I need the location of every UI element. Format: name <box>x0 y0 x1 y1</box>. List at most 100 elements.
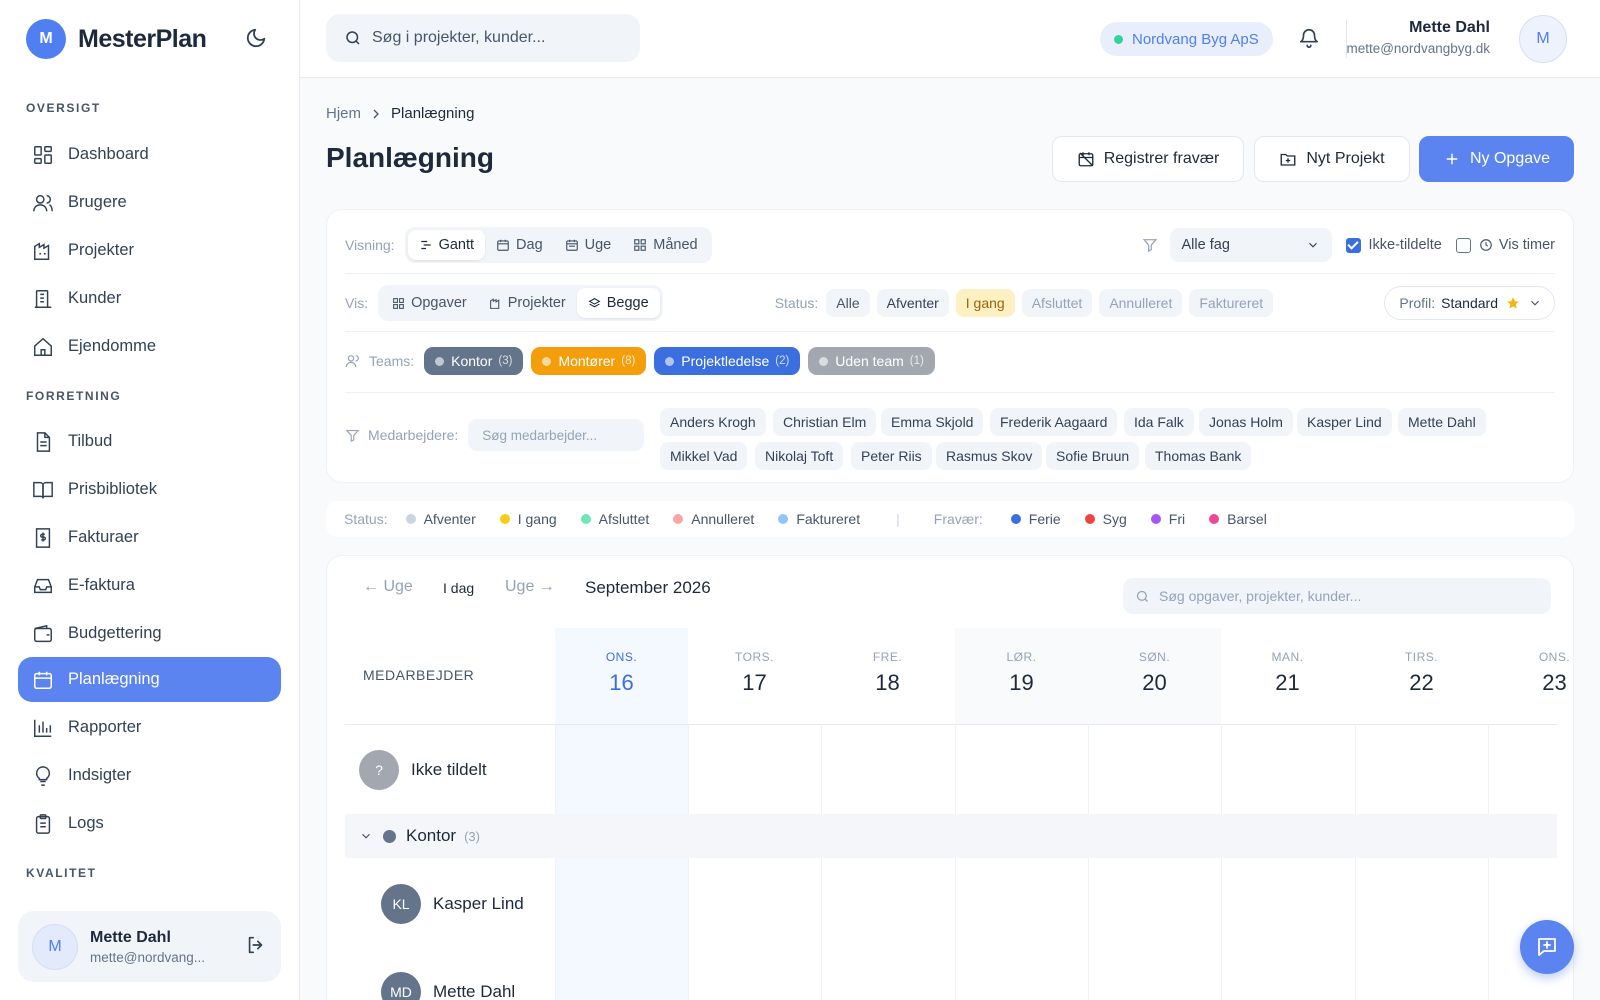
sidebar-item-dashboard[interactable]: Dashboard <box>18 132 281 177</box>
day-header[interactable]: SØN. 20 <box>1088 628 1221 724</box>
employee-chip[interactable]: Peter Riis <box>851 442 932 470</box>
prev-week-button[interactable]: ← Uge <box>363 578 413 596</box>
lightbulb-icon <box>35 765 51 786</box>
sidebar-item-projekter[interactable]: Projekter <box>18 228 281 273</box>
employee-chip[interactable]: Emma Skjold <box>881 408 984 436</box>
logout-icon[interactable] <box>245 934 267 959</box>
day-header[interactable]: MAN. 21 <box>1221 628 1354 724</box>
employee-chip[interactable]: Christian Elm <box>773 408 877 436</box>
company-selector[interactable]: Nordvang Byg ApS <box>1100 22 1273 56</box>
inbox-icon <box>34 578 52 593</box>
book-icon <box>33 481 53 498</box>
view-gantt-label: Gantt <box>438 237 475 253</box>
view-row: Visning: Gantt Dag Uge Måned Alle fag Ik… <box>345 227 1555 263</box>
view-day-button[interactable]: Dag <box>485 230 554 260</box>
breadcrumb-home[interactable]: Hjem <box>326 105 361 122</box>
sidebar-item-ejendomme[interactable]: Ejendomme <box>18 324 281 369</box>
employee-chip[interactable]: Frederik Aagaard <box>990 408 1118 436</box>
today-button[interactable]: I dag <box>443 580 474 596</box>
employee-chip[interactable]: Ida Falk <box>1124 408 1194 436</box>
show-projects-button[interactable]: Projekter <box>478 288 577 318</box>
team-chip-kontor[interactable]: Kontor (3) <box>424 347 524 375</box>
employee-row[interactable]: MD Mette Dahl <box>381 972 515 1000</box>
calendar-search-input[interactable]: Søg opgaver, projekter, kunder... <box>1123 578 1551 614</box>
sidebar-item-prisbibliotek[interactable]: Prisbibliotek <box>18 467 281 512</box>
sidebar-item-rapporter[interactable]: Rapporter <box>18 705 281 750</box>
global-search-input[interactable]: Søg i projekter, kunder... <box>326 14 640 62</box>
register-absence-label: Registrer fravær <box>1103 150 1220 167</box>
day-header[interactable]: TORS. 17 <box>688 628 821 724</box>
top-user-info[interactable]: Mette Dahl mette@nordvangbyg.dk <box>1346 19 1490 56</box>
trade-select[interactable]: Alle fag <box>1169 228 1332 262</box>
employee-chip[interactable]: Anders Krogh <box>660 408 766 436</box>
sidebar-item-label: Logs <box>68 814 104 832</box>
sidebar-item-kunder[interactable]: Kunder <box>18 276 281 321</box>
show-both-button[interactable]: Begge <box>576 288 660 318</box>
day-header[interactable]: TIRS. 22 <box>1355 628 1488 724</box>
sidebar-item-label: Fakturaer <box>68 528 139 546</box>
show-tasks-button[interactable]: Opgaver <box>381 288 478 318</box>
sidebar-item-logs[interactable]: Logs <box>18 801 281 846</box>
employee-chip[interactable]: Nikolaj Toft <box>755 442 844 470</box>
employee-chip[interactable]: Thomas Bank <box>1145 442 1252 470</box>
new-task-button[interactable]: Ny Opgave <box>1419 136 1574 182</box>
sidebar-item-tilbud[interactable]: Tilbud <box>18 419 281 464</box>
view-gantt-button[interactable]: Gantt <box>407 230 486 260</box>
team-chip-montoerer[interactable]: Montører (8) <box>531 347 647 375</box>
sidebar-item-planlaegning[interactable]: Planlægning <box>18 657 281 702</box>
team-name: Uden team <box>835 353 904 369</box>
view-week-button[interactable]: Uge <box>554 230 623 260</box>
current-month: September 2026 <box>585 578 711 597</box>
profile-selector[interactable]: Profil: Standard <box>1384 286 1555 320</box>
legend-bar: Status: Afventer I gang Afsluttet Annull… <box>326 501 1574 537</box>
unassigned-row[interactable]: ? Ikke tildelt <box>359 750 487 790</box>
star-icon <box>1507 297 1519 309</box>
sidebar-item-label: E-faktura <box>68 576 135 594</box>
employee-chip[interactable]: Rasmus Skov <box>936 442 1043 470</box>
projects-icon <box>34 241 50 260</box>
status-chip-completed[interactable]: Afsluttet <box>1021 289 1093 317</box>
status-chip-in-progress[interactable]: I gang <box>955 289 1015 317</box>
status-chip-cancelled[interactable]: Annulleret <box>1099 289 1183 317</box>
team-chip-projektledelse[interactable]: Projektledelse (2) <box>654 347 801 375</box>
status-chip-pending[interactable]: Afventer <box>876 289 949 317</box>
view-toggle: Gantt Dag Uge Måned <box>404 227 712 263</box>
employee-search-input[interactable]: Søg medarbejder... <box>468 419 645 451</box>
sidebar-item-brugere[interactable]: Brugere <box>18 180 281 225</box>
show-hours-checkbox[interactable]: Vis timer <box>1455 237 1555 253</box>
employee-chip[interactable]: Jonas Holm <box>1199 408 1293 436</box>
view-month-button[interactable]: Måned <box>622 230 708 260</box>
dark-mode-toggle-icon[interactable] <box>245 27 267 52</box>
sidebar-item-budgettering[interactable]: Budgettering <box>18 611 281 656</box>
sidebar: M MesterPlan OVERSIGT FORRETNING KVALITE… <box>0 0 300 1000</box>
notifications-bell-icon[interactable] <box>1298 27 1320 52</box>
day-header[interactable]: ONS. 23 <box>1488 628 1573 724</box>
next-week-button[interactable]: Uge → <box>505 578 555 596</box>
chat-button[interactable] <box>1520 920 1574 974</box>
day-header[interactable]: ONS. 16 <box>555 628 688 724</box>
show-row: Vis: Opgaver Projekter Begge Status: All… <box>345 285 1555 321</box>
day-header[interactable]: FRE. 18 <box>821 628 954 724</box>
employee-chip[interactable]: Mikkel Vad <box>660 442 748 470</box>
team-group-kontor[interactable]: Kontor (3) <box>345 814 1557 858</box>
row-label: Kasper Lind <box>433 894 524 913</box>
status-chip-invoiced[interactable]: Faktureret <box>1189 289 1274 317</box>
sidebar-item-fakturaer[interactable]: Fakturaer <box>18 515 281 560</box>
sidebar-item-label: Dashboard <box>68 145 149 163</box>
new-project-button[interactable]: Nyt Projekt <box>1254 136 1410 182</box>
avatar[interactable]: M <box>1519 15 1567 63</box>
sidebar-item-indsigter[interactable]: Indsigter <box>18 753 281 798</box>
unassigned-checkbox[interactable]: Ikke-tildelte <box>1345 237 1442 253</box>
day-header[interactable]: LØR. 19 <box>955 628 1088 724</box>
employee-row[interactable]: KL Kasper Lind <box>381 884 524 924</box>
search-placeholder: Søg i projekter, kunder... <box>372 29 546 46</box>
employee-chip[interactable]: Mette Dahl <box>1398 408 1486 436</box>
show-tasks-label: Opgaver <box>411 295 467 311</box>
sidebar-item-label: Rapporter <box>68 718 142 736</box>
employee-chip[interactable]: Kasper Lind <box>1297 408 1392 436</box>
employee-chip[interactable]: Sofie Bruun <box>1046 442 1140 470</box>
register-absence-button[interactable]: Registrer fravær <box>1052 136 1244 182</box>
sidebar-item-e-faktura[interactable]: E-faktura <box>18 563 281 608</box>
status-chip-all[interactable]: Alle <box>826 289 870 317</box>
team-chip-uden-team[interactable]: Uden team (1) <box>808 347 935 375</box>
